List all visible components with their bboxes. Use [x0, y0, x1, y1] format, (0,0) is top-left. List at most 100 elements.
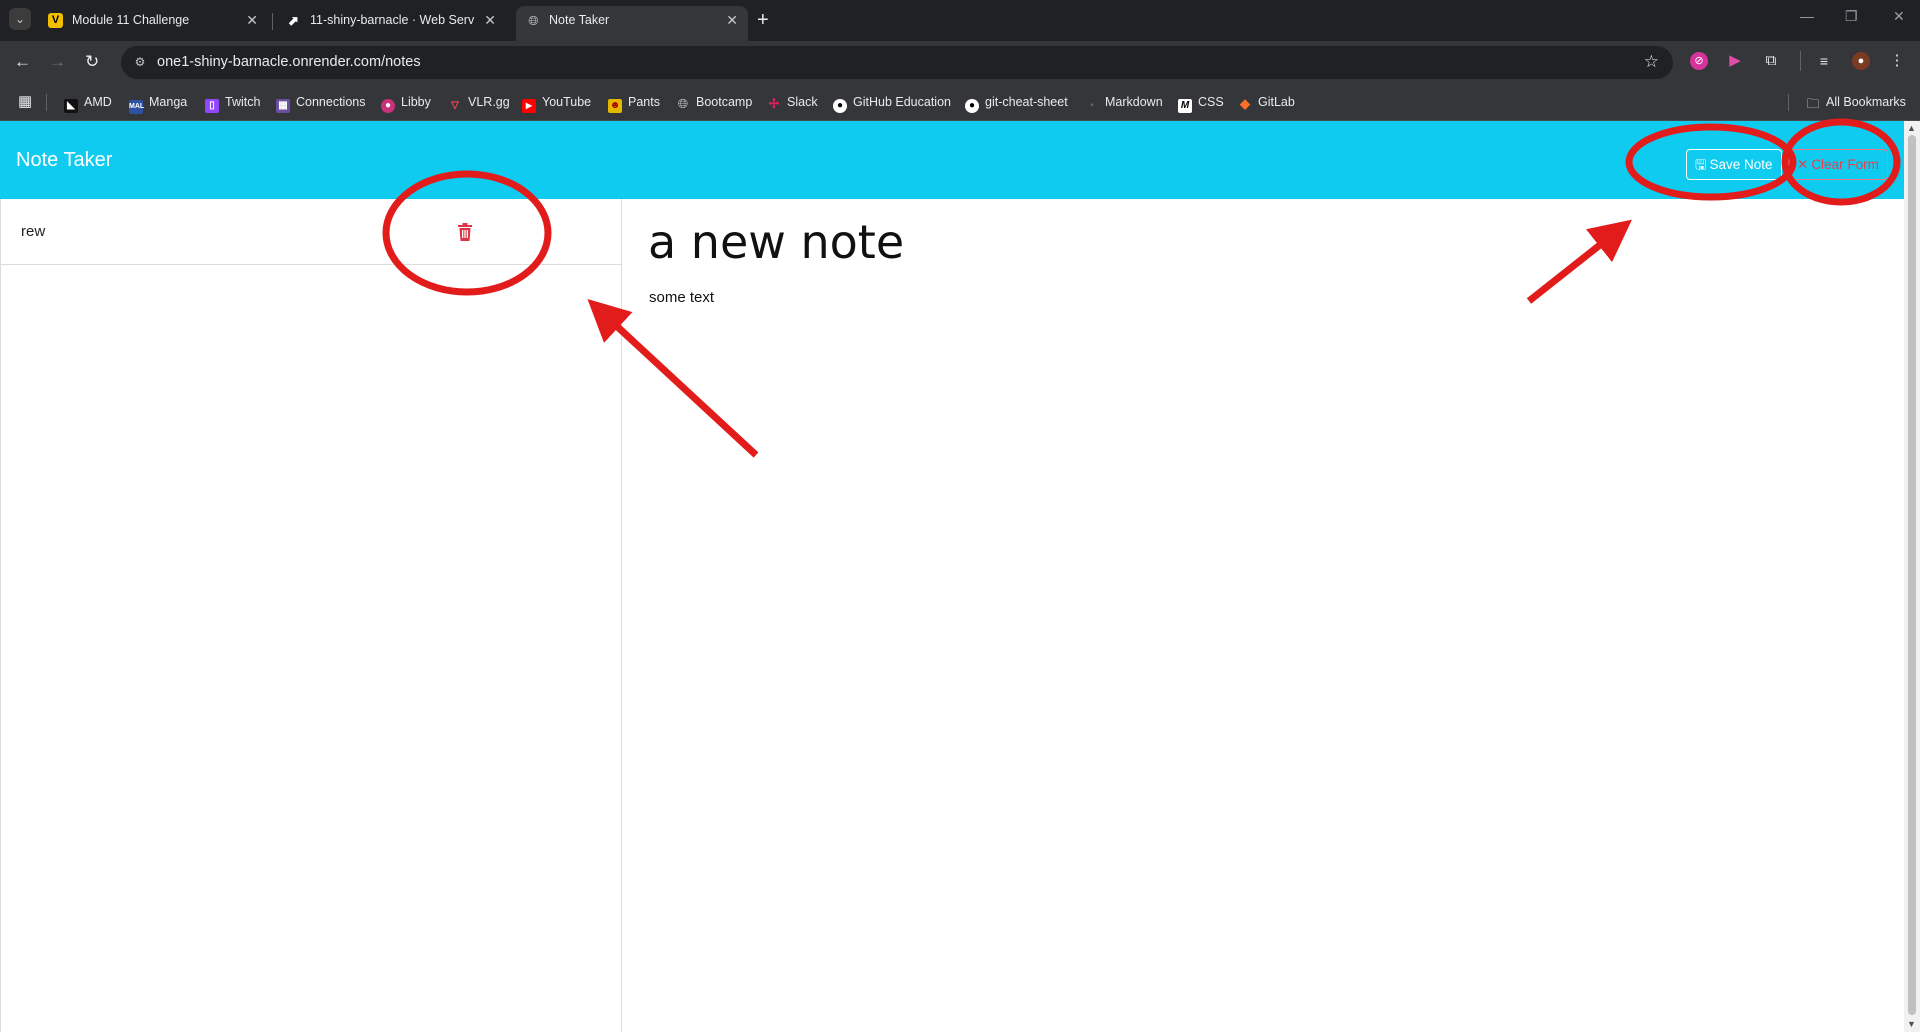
- app-brand[interactable]: Note Taker: [16, 121, 112, 199]
- folder-icon: 🗀︎: [1806, 96, 1820, 111]
- x-icon: ✕: [1797, 157, 1809, 172]
- media-control-icon[interactable]: ≡: [1815, 52, 1833, 70]
- page-scrollbar[interactable]: ▲ ▼: [1904, 121, 1920, 1032]
- pants-icon: ☻: [608, 99, 622, 113]
- trash-icon[interactable]: [457, 223, 473, 241]
- bookmark-label: Pants: [628, 95, 660, 109]
- globe-icon: 🌐︎: [677, 96, 689, 111]
- bookmark-label: GitLab: [1258, 95, 1295, 109]
- floppy-disk-icon: 🖫︎: [1695, 157, 1707, 172]
- note-list-title[interactable]: rew: [21, 199, 45, 265]
- libby-icon: ●: [381, 99, 395, 113]
- vlr-icon: ▽: [451, 100, 459, 111]
- minimize-button[interactable]: —: [1800, 8, 1814, 24]
- bookmark-label: Markdown: [1105, 95, 1163, 109]
- tab-title: 11-shiny-barnacle · Web Servic: [310, 13, 475, 27]
- mal-icon: MAL: [129, 100, 144, 114]
- save-note-label: Save Note: [1709, 157, 1773, 172]
- page-viewport: Note Taker 🖫︎ Save Note ✕ Clear Form rew a…: [0, 121, 1904, 1032]
- bookmark-label: All Bookmarks: [1826, 95, 1906, 109]
- vanderbilt-favicon-icon: V: [48, 13, 63, 28]
- bookmark-slack[interactable]: ✢ Slack: [767, 93, 818, 111]
- bookmark-gitlab[interactable]: ◆ GitLab: [1238, 93, 1295, 111]
- bookmark-git-cheat-sheet[interactable]: ● git-cheat-sheet: [965, 93, 1068, 113]
- amd-icon: ◣: [64, 99, 78, 113]
- bookmark-pants[interactable]: ☻ Pants: [608, 93, 660, 113]
- bookmark-label: GitHub Education: [853, 95, 951, 109]
- tab-title: Module 11 Challenge: [72, 13, 190, 27]
- scroll-down-icon[interactable]: ▼: [1907, 1019, 1916, 1029]
- close-icon[interactable]: ✕: [246, 6, 258, 34]
- scroll-thumb[interactable]: [1908, 135, 1916, 1015]
- clear-form-label: Clear Form: [1811, 157, 1879, 172]
- tab-render-service[interactable]: ⬈ 11-shiny-barnacle · Web Servic ✕: [278, 6, 506, 41]
- tab-note-taker[interactable]: 🌐︎ Note Taker ✕: [516, 6, 748, 41]
- menu-kebab-icon[interactable]: ⋮: [1888, 52, 1906, 70]
- bookmark-amd[interactable]: ◣ AMD: [64, 93, 112, 113]
- save-note-button[interactable]: 🖫︎ Save Note: [1686, 149, 1782, 180]
- connections-icon: ▦: [276, 99, 290, 113]
- profile-avatar[interactable]: ●: [1852, 52, 1870, 70]
- bookmark-label: YouTube: [542, 95, 592, 109]
- gitlab-icon: ◆: [1240, 96, 1250, 111]
- youtube-icon: ▶: [522, 99, 536, 113]
- window-close-button[interactable]: ✕: [1893, 8, 1905, 25]
- restore-button[interactable]: ❐: [1845, 8, 1858, 25]
- tab-title: Note Taker: [549, 13, 610, 27]
- video-extension-icon[interactable]: ▶: [1726, 52, 1744, 70]
- bookmark-markdown[interactable]: ▪ Markdown: [1085, 93, 1163, 113]
- bookmark-youtube[interactable]: ▶ YouTube: [522, 93, 591, 113]
- scroll-up-icon[interactable]: ▲: [1907, 123, 1916, 133]
- close-icon[interactable]: ✕: [726, 6, 738, 34]
- apps-grid-icon[interactable]: ▦: [18, 93, 32, 111]
- tab-separator: [272, 13, 273, 30]
- bookmark-label: Manga: [149, 95, 188, 109]
- close-icon[interactable]: ✕: [484, 6, 496, 34]
- bookmark-label: Libby: [401, 95, 431, 109]
- bookmark-label: Connections: [296, 95, 366, 109]
- address-bar[interactable]: ⚙ one1-shiny-barnacle.onrender.com/notes…: [121, 46, 1673, 79]
- bookmark-css[interactable]: M CSS: [1178, 93, 1224, 113]
- extensions-puzzle-icon[interactable]: ⧉: [1762, 52, 1780, 70]
- globe-icon: 🌐︎: [528, 13, 539, 28]
- bookmark-connections[interactable]: ▦ Connections: [276, 93, 366, 113]
- extension-icon[interactable]: ⊘: [1690, 52, 1708, 70]
- css-m-icon: M: [1178, 99, 1192, 113]
- list-item[interactable]: rew: [1, 199, 622, 265]
- note-title-input[interactable]: a new note: [648, 215, 904, 269]
- bookmark-separator: [1788, 94, 1789, 111]
- new-tab-button[interactable]: +: [757, 6, 769, 34]
- note-text-area[interactable]: some text: [649, 289, 714, 306]
- clear-form-button[interactable]: ✕ Clear Form: [1788, 149, 1888, 180]
- reload-icon[interactable]: ↻: [85, 52, 99, 72]
- note-editor: a new note some text: [622, 199, 1904, 1032]
- slack-icon: ✢: [768, 96, 780, 111]
- site-info-icon[interactable]: ⚙: [130, 52, 150, 72]
- bookmark-label: Twitch: [225, 95, 261, 109]
- bookmarks-bar: ▦ ◣ AMD MAL Manga ▯ Twitch ▦ Connections ● Li…: [0, 84, 1920, 121]
- github-icon: ●: [833, 99, 847, 113]
- bookmark-label: AMD: [84, 95, 112, 109]
- tab-strip: ⌄ V Module 11 Challenge ✕ ⬈ 11-shiny-bar…: [0, 0, 1920, 41]
- back-icon[interactable]: ←: [14, 52, 31, 72]
- url-text[interactable]: one1-shiny-barnacle.onrender.com/notes: [157, 46, 421, 79]
- app-navbar: Note Taker 🖫︎ Save Note ✕ Clear Form: [0, 121, 1904, 199]
- twitch-icon: ▯: [205, 99, 219, 113]
- bookmark-libby[interactable]: ● Libby: [381, 93, 431, 113]
- bookmark-label: VLR.gg: [468, 95, 510, 109]
- tab-search-button[interactable]: ⌄: [9, 8, 31, 30]
- toolbar-separator: [1800, 51, 1801, 71]
- bookmark-label: Bootcamp: [696, 95, 753, 109]
- all-bookmarks-folder[interactable]: 🗀︎ All Bookmarks: [1806, 93, 1906, 111]
- tab-module-11[interactable]: V Module 11 Challenge ✕: [40, 6, 268, 41]
- bookmark-vlr[interactable]: ▽ VLR.gg: [448, 93, 510, 113]
- bookmark-twitch[interactable]: ▯ Twitch: [205, 93, 260, 113]
- bookmark-star-icon[interactable]: ☆: [1644, 52, 1659, 72]
- forward-icon[interactable]: →: [49, 52, 66, 72]
- bookmark-bootcamp[interactable]: 🌐︎ Bootcamp: [676, 93, 752, 111]
- bookmark-manga[interactable]: MAL Manga: [129, 93, 187, 114]
- bookmark-label: Slack: [787, 95, 818, 109]
- bookmark-github-education[interactable]: ● GitHub Education: [833, 93, 951, 113]
- markdown-icon: ▪: [1090, 100, 1094, 111]
- bookmark-label: git-cheat-sheet: [985, 95, 1068, 109]
